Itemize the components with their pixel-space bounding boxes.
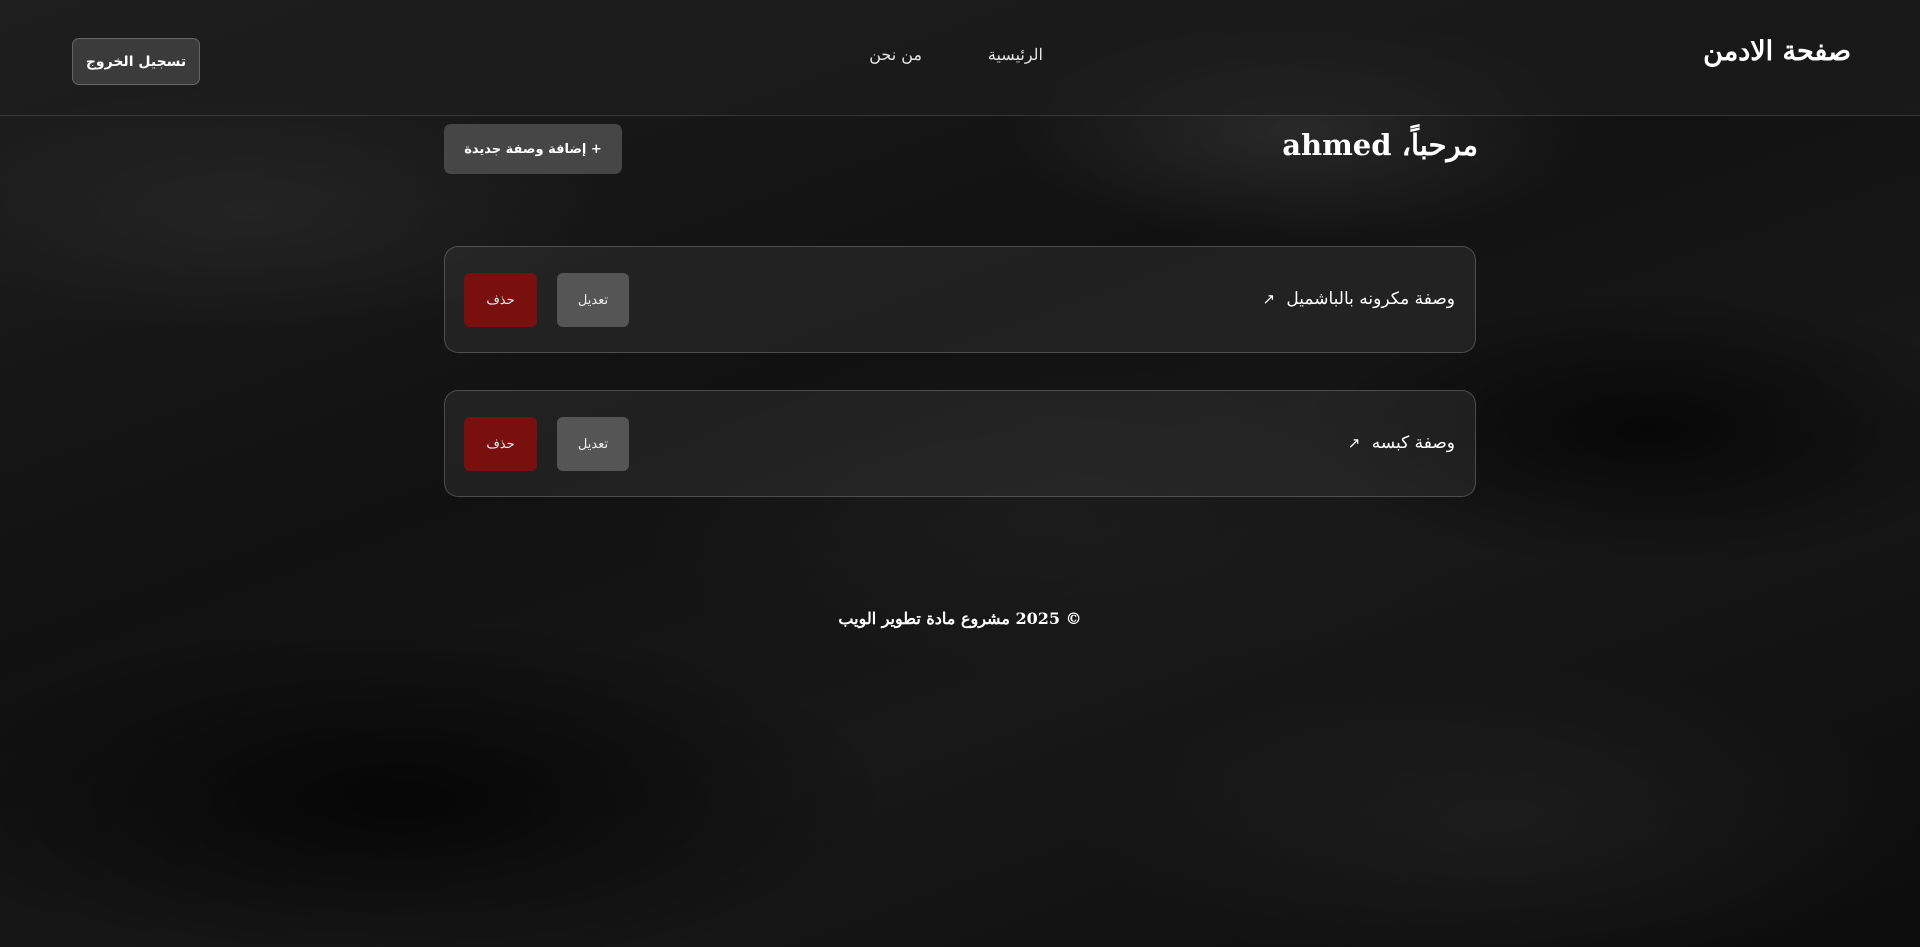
recipe-card: وصفة كبسه ↗ تعديل حذف bbox=[444, 390, 1476, 497]
site-title: صفحة الادمن bbox=[1703, 36, 1851, 67]
logout-button[interactable]: تسجيل الخروج bbox=[72, 38, 200, 85]
recipe-link[interactable]: وصفة مكرونه بالباشميل ↗ bbox=[1262, 289, 1455, 309]
external-arrow-icon: ↗ bbox=[1347, 434, 1361, 452]
welcome-heading: مرحباً، ahmed bbox=[1282, 128, 1478, 162]
recipe-title: وصفة مكرونه بالباشميل bbox=[1286, 289, 1455, 309]
edit-button[interactable]: تعديل bbox=[557, 273, 629, 327]
footer-copyright: © 2025 مشروع مادة تطوير الويب bbox=[838, 609, 1082, 628]
delete-button[interactable]: حذف bbox=[464, 417, 537, 471]
recipe-link[interactable]: وصفة كبسه ↗ bbox=[1348, 433, 1455, 453]
nav-link-about[interactable]: من نحن bbox=[869, 45, 922, 64]
admin-header: صفحة الادمن الرئيسية من نحن تسجيل الخروج bbox=[0, 0, 1920, 116]
external-arrow-icon: ↗ bbox=[1262, 290, 1276, 308]
add-recipe-button[interactable]: + إضافة وصفة جديدة bbox=[444, 124, 622, 174]
edit-button[interactable]: تعديل bbox=[557, 417, 629, 471]
recipe-title: وصفة كبسه bbox=[1371, 433, 1455, 453]
nav-link-home[interactable]: الرئيسية bbox=[988, 45, 1043, 64]
delete-button[interactable]: حذف bbox=[464, 273, 537, 327]
recipe-card: وصفة مكرونه بالباشميل ↗ تعديل حذف bbox=[444, 246, 1476, 353]
